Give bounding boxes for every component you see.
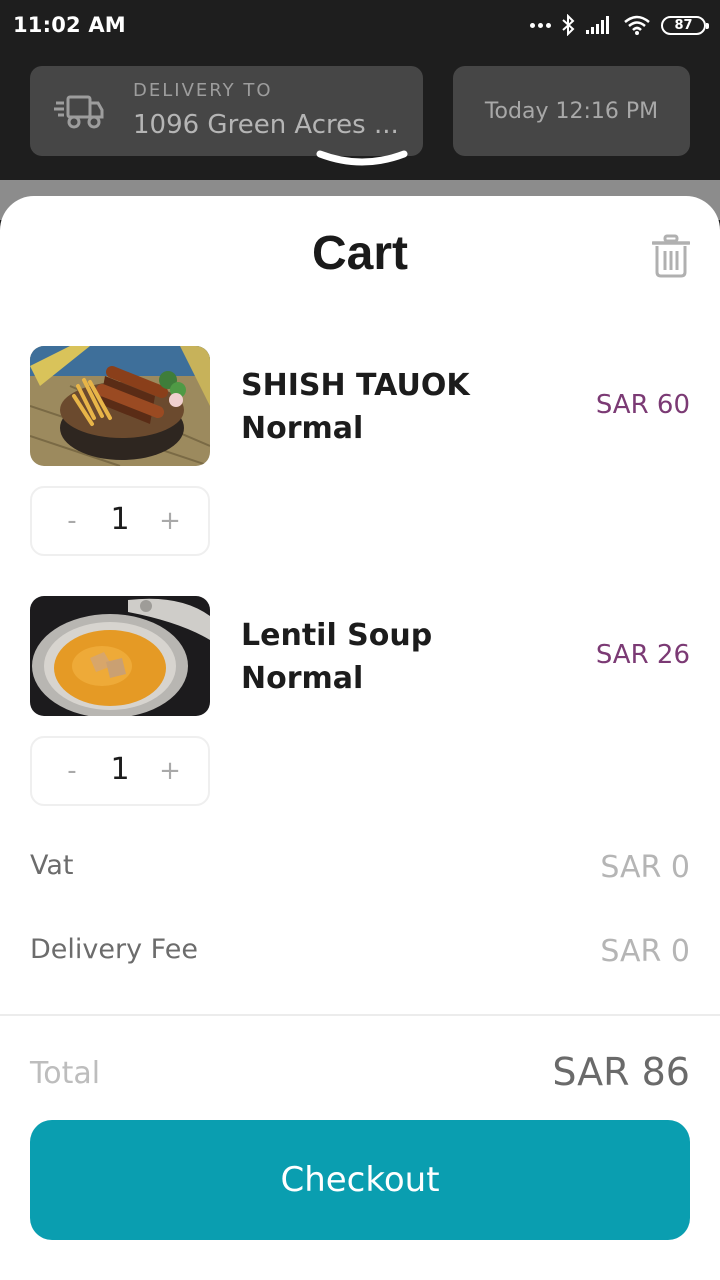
increase-button[interactable]: +: [158, 756, 182, 786]
quantity-value: 1: [110, 502, 130, 537]
trash-icon[interactable]: [652, 234, 690, 278]
vat-value: SAR 0: [600, 850, 690, 885]
vat-label: Vat: [30, 850, 74, 881]
vat-row: Vat SAR 0: [30, 850, 690, 890]
chevron-down-icon[interactable]: [316, 148, 408, 174]
wifi-icon: [624, 15, 650, 35]
delivery-time-selector[interactable]: Today 12:16 PM: [453, 66, 690, 156]
delivery-address: 1096 Green Acres ...: [133, 110, 399, 140]
more-dots-icon: [530, 22, 551, 28]
cart-item: Lentil Soup Normal SAR 26 - 1 +: [0, 596, 720, 816]
item-price: SAR 26: [595, 640, 690, 670]
quantity-stepper: - 1 +: [30, 736, 210, 806]
total-value: SAR 86: [552, 1050, 690, 1094]
food-image-lentil-soup: [30, 596, 210, 716]
delivery-truck-icon: [54, 95, 104, 129]
decrease-button[interactable]: -: [60, 506, 84, 536]
status-bar: 11:02 AM 87: [0, 0, 720, 52]
delivery-address-selector[interactable]: DELIVERY TO 1096 Green Acres ...: [30, 66, 423, 156]
quantity-value: 1: [110, 752, 130, 787]
header: DELIVERY TO 1096 Green Acres ... Today 1…: [0, 52, 720, 180]
battery-icon: 87: [661, 15, 709, 35]
decrease-button[interactable]: -: [60, 756, 84, 786]
status-icons: 87: [530, 13, 709, 37]
checkout-button[interactable]: Checkout: [30, 1120, 690, 1240]
delivery-fee-value: SAR 0: [600, 934, 690, 969]
page-title: Cart: [311, 227, 409, 280]
delivery-fee-row: Delivery Fee SAR 0: [30, 934, 690, 974]
bluetooth-icon: [562, 14, 575, 36]
item-name: SHISH TAUOK Normal: [241, 364, 470, 450]
food-image-shish-tauok: [30, 346, 210, 466]
item-variant: Normal: [241, 661, 364, 696]
item-name: Lentil Soup Normal: [241, 614, 432, 700]
signal-icon: [586, 16, 609, 34]
delivery-fee-label: Delivery Fee: [30, 934, 198, 965]
divider: [0, 1014, 720, 1016]
status-time: 11:02 AM: [13, 13, 126, 37]
delivery-label: DELIVERY TO: [133, 80, 273, 101]
quantity-stepper: - 1 +: [30, 486, 210, 556]
item-variant: Normal: [241, 411, 364, 446]
cart-item: SHISH TAUOK Normal SAR 60 - 1 +: [0, 346, 720, 566]
item-title: SHISH TAUOK: [241, 368, 470, 403]
cart-sheet: Cart SHISH TAUOK Normal SAR 60 - 1 + Len…: [0, 196, 720, 1280]
increase-button[interactable]: +: [158, 506, 182, 536]
total-label: Total: [30, 1056, 101, 1091]
item-price: SAR 60: [595, 390, 690, 420]
item-title: Lentil Soup: [241, 618, 433, 653]
